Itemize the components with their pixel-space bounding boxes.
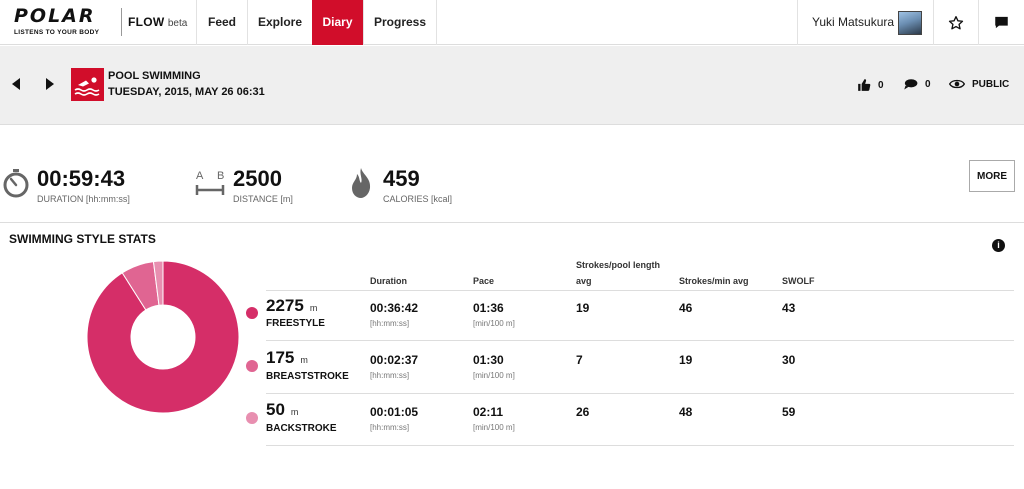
comment-icon [904,79,918,90]
row-pace: 01:30 [473,353,504,367]
swimmer-icon [71,68,104,101]
row-meters: 50 [266,400,285,419]
duration-value: 00:59:43 [37,166,126,191]
row-duration: 00:01:05 [370,405,419,419]
favorites-button[interactable] [933,0,978,45]
swim-stats-title: SWIMMING STYLE STATS [9,232,156,246]
comment-count: 0 [925,79,931,90]
stopwatch-icon [3,169,29,198]
visibility-label: PUBLIC [972,78,1010,90]
row-pace-unit: [min/100 m] [473,423,515,432]
row-strokes-min: 48 [679,405,693,419]
nav-feed-label: Feed [207,15,236,29]
row-meters-unit: m [290,407,299,417]
row-duration: 00:36:42 [370,301,419,315]
swim-style-donut-chart [87,261,239,413]
duration-label: DURATION [hh:mm:ss] [37,194,130,204]
info-icon[interactable]: i [992,239,1005,252]
row-pace: 01:36 [473,301,504,315]
distance-icon: A B [195,170,229,198]
row-strokes-pool: 19 [576,301,590,315]
row-divider [266,340,1014,341]
flow-beta-label: beta [167,18,188,29]
nav-diary[interactable]: Diary [312,0,363,45]
activity-datetime: TUESDAY, 2015, MAY 26 06:31 [108,86,265,98]
row-swolf: 43 [782,301,796,315]
previous-arrow-icon[interactable] [12,78,20,90]
nav-explore[interactable]: Explore [247,0,312,45]
row-pace-unit: [min/100 m] [473,319,515,328]
row-style-name: BREASTSTROKE [266,371,349,382]
row-swolf: 30 [782,353,796,367]
row-swolf: 59 [782,405,796,419]
row-meters: 2275 [266,296,304,315]
row-distance: 2275 m [266,296,317,316]
column-header-swolf: SWOLF [782,276,815,286]
row-strokes-pool: 26 [576,405,590,419]
row-meters-unit: m [309,303,318,313]
row-meters-unit: m [300,355,308,365]
logo-tagline: LISTENS TO YOUR BODY [14,29,100,36]
nav-diary-label: Diary [322,15,353,29]
row-style-name: FREESTYLE [266,318,325,329]
row-duration-unit: [hh:mm:ss] [370,423,410,432]
nav-progress-label: Progress [373,15,427,29]
column-header-strokes-pool-line2: avg [576,276,592,286]
calories-label: CALORIES [kcal] [383,194,453,204]
top-navigation-bar: POLAR LISTENS TO YOUR BODY FLOW beta Fee… [0,0,1024,45]
row-distance: 175 m [266,348,308,368]
header-divider [266,290,1014,291]
row-pace-unit: [min/100 m] [473,371,515,380]
avatar [898,11,922,35]
row-distance: 50 m [266,400,298,420]
section-divider [0,222,1024,223]
row-style-name: BACKSTROKE [266,423,337,434]
like-button[interactable]: 0 [857,78,884,92]
eye-icon [949,79,965,89]
polar-logo[interactable]: POLAR LISTENS TO YOUR BODY [14,7,118,39]
row-strokes-min: 19 [679,353,693,367]
distance-icon-letter-b: B [217,170,225,182]
activity-sport-title: POOL SWIMMING [108,70,201,82]
nav-feed[interactable]: Feed [196,0,247,45]
next-arrow-icon[interactable] [46,78,54,90]
column-header-pace: Pace [473,276,495,286]
calories-value: 459 [383,166,420,191]
star-icon [948,15,964,29]
row-duration-unit: [hh:mm:ss] [370,371,410,380]
user-menu[interactable]: Yuki Matsukura [797,0,933,45]
row-divider [266,393,1014,394]
column-header-strokes-pool-line1: Strokes/pool length [576,260,661,270]
more-button[interactable]: MORE [969,160,1015,192]
backstroke-color-dot [246,412,258,424]
column-header-duration: Duration [370,276,407,286]
flow-app-name: FLOW beta [121,8,187,36]
distance-label: DISTANCE [m] [233,194,293,204]
row-pace: 02:11 [473,405,504,419]
chat-bubble-icon [995,16,1008,29]
user-name: Yuki Matsukura [812,15,895,29]
column-header-strokes-min: Strokes/min avg [679,276,749,286]
flame-icon [352,168,371,198]
distance-icon-letter-a: A [196,170,204,182]
messages-button[interactable] [978,0,1024,45]
comment-button[interactable]: 0 [903,78,931,91]
flow-label: FLOW [128,15,165,29]
visibility-setting[interactable]: PUBLIC [949,78,1009,90]
nav-progress[interactable]: Progress [363,0,437,45]
nav-explore-label: Explore [257,15,302,29]
freestyle-color-dot [246,307,258,319]
distance-value: 2500 [233,166,282,191]
row-duration: 00:02:37 [370,353,419,367]
row-strokes-pool: 7 [576,353,583,367]
logo-wordmark: POLAR [14,5,96,27]
row-strokes-min: 46 [679,301,693,315]
thumbs-up-icon [858,79,871,91]
row-duration-unit: [hh:mm:ss] [370,319,410,328]
row-divider [266,445,1014,446]
breaststroke-color-dot [246,360,258,372]
row-meters: 175 [266,348,295,367]
like-count: 0 [878,79,884,91]
activity-header: POOL SWIMMING TUESDAY, 2015, MAY 26 06:3… [0,46,1024,125]
